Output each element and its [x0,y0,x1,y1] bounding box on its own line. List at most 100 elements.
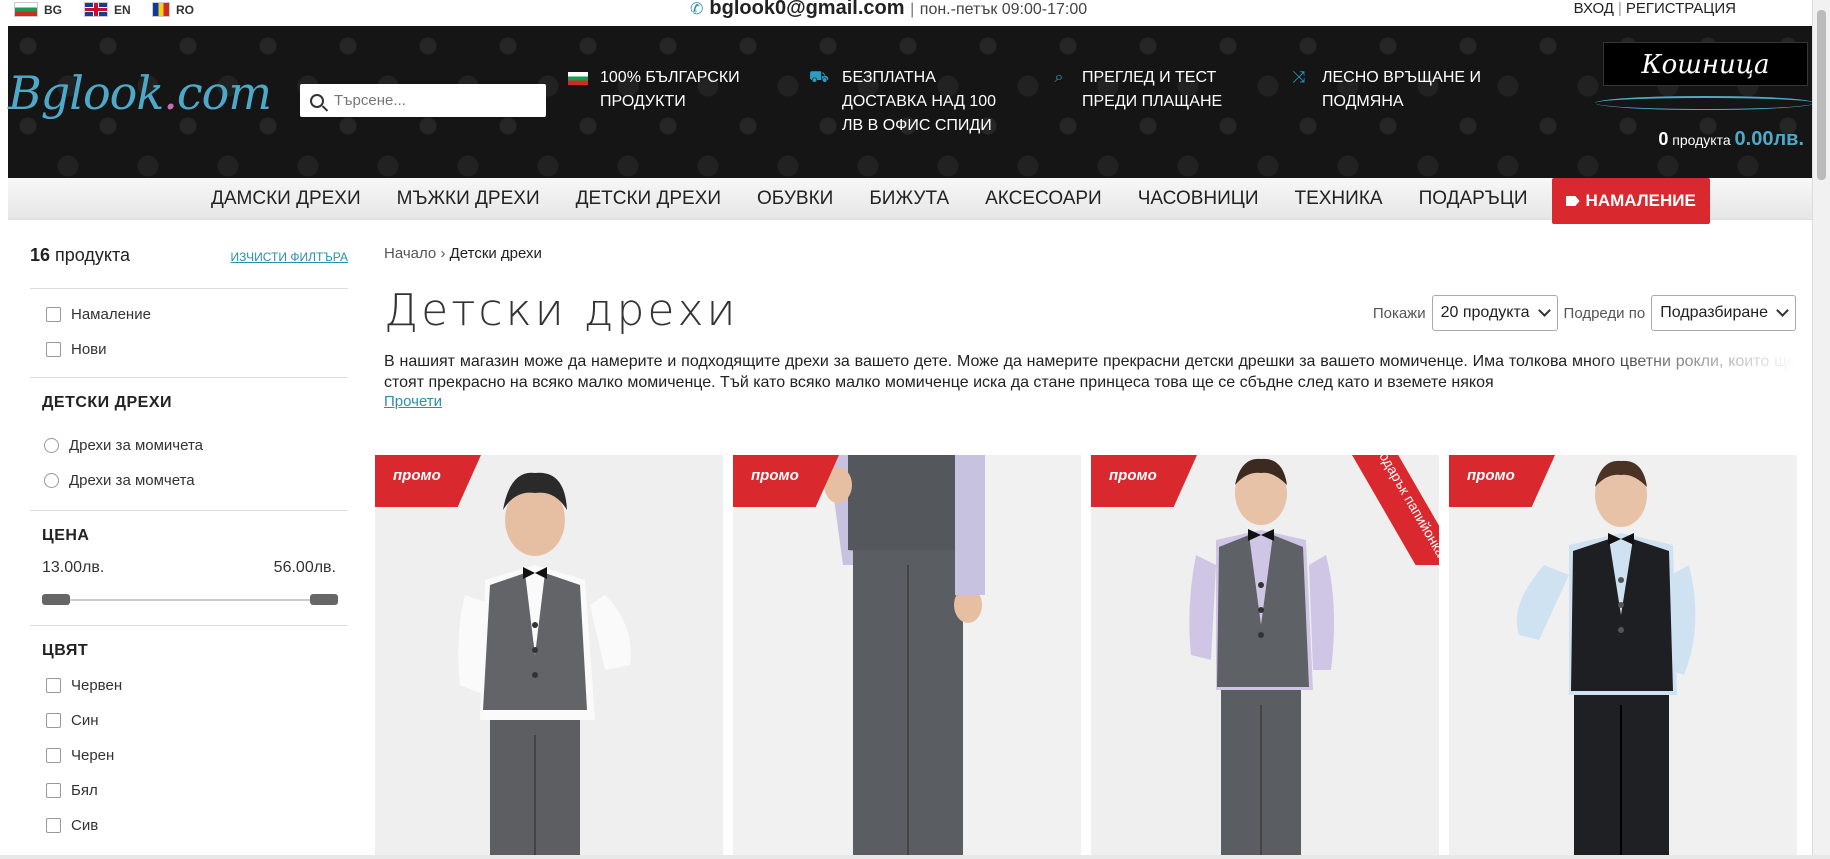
nav-item-shoes[interactable]: ОБУВКИ [739,178,851,220]
chevron-down-icon [1776,304,1789,317]
page-size-value: 20 продукта [1440,304,1530,321]
basket-total: 0.00лв. [1734,128,1804,150]
main-content: Начало › Детски дрехи Детски дрехи Покаж… [375,245,1797,859]
feature-line: БЕЗПЛАТНА [842,69,936,86]
read-more-link[interactable]: Прочети [384,393,442,410]
filter-discount[interactable]: Намаление [30,297,348,332]
price-slider[interactable] [42,585,338,615]
basket-widget[interactable]: Кошница 0 продукта 0.00лв. [1590,42,1820,162]
lang-bg[interactable]: BG [14,2,62,17]
search-input[interactable] [332,91,532,110]
nav-item-tech[interactable]: ТЕХНИКА [1276,178,1400,220]
register-link[interactable]: РЕГИСТРАЦИЯ [1626,0,1736,17]
product-card[interactable]: промо подарък папийонка [1091,455,1439,859]
lang-en[interactable]: EN [84,2,131,17]
filter-header: 16 продукта ИЗЧИСТИ ФИЛТЪРА [30,245,348,289]
chevron-down-icon [1537,304,1551,317]
checkbox[interactable] [46,783,61,798]
logo-dot: . [163,66,178,120]
product-image[interactable] [733,455,1081,859]
gift-ribbon: подарък папийонка [1329,455,1439,565]
window-bottom-edge [0,855,1830,859]
product-count: 16 продукта [30,245,130,266]
site-header: Bglook.com 100% БЪЛГАРСКИ ПРОДУКТИ ⛟ БЕЗ… [8,26,1820,178]
color-label: Сив [71,817,99,834]
main-nav: ДАМСКИ ДРЕХИ МЪЖКИ ДРЕХИ ДЕТСКИ ДРЕХИ ОБ… [8,178,1820,224]
site-logo[interactable]: Bglook.com [8,66,272,120]
category-boys[interactable]: Дрехи за момчета [30,463,348,498]
feature-line: ПРЕДИ ПЛАЩАНЕ [1082,93,1223,110]
filter-sidebar: 16 продукта ИЗЧИСТИ ФИЛТЪРА Намаление Но… [30,245,348,843]
search-icon[interactable] [310,93,324,108]
phone-icon: ✆ [690,1,704,18]
page-size-select[interactable]: 20 продукта [1431,295,1558,331]
price-max: 56.00лв. [273,559,336,576]
breadcrumb-current: Детски дрехи [449,245,542,262]
product-image[interactable] [1449,455,1797,859]
product-card[interactable]: промо [1449,455,1797,859]
sort-select[interactable]: Подразбиране [1651,295,1796,331]
contact-hours: пон.-петък 09:00-17:00 [919,1,1088,18]
filter-label: Намаление [71,306,151,323]
nav-item-kids[interactable]: ДЕТСКИ ДРЕХИ [558,178,739,220]
page-scrollbar[interactable] [1812,0,1830,859]
filter-label: Нови [71,341,107,358]
color-red[interactable]: Червен [30,668,348,703]
lang-ro[interactable]: RO [152,2,194,17]
filter-price: ЦЕНА 13.00лв. 56.00лв. [30,511,348,626]
product-card[interactable]: промо [733,455,1081,859]
breadcrumb-home[interactable]: Начало [384,245,436,262]
login-link[interactable]: ВХОД [1574,0,1614,17]
contact-separator: | [910,1,915,18]
nav-item-sale[interactable]: НАМАЛЕНИЕ [1551,178,1710,224]
radio[interactable] [44,438,59,453]
slider-track [42,599,338,601]
product-image[interactable] [375,455,723,859]
checkbox[interactable] [46,678,61,693]
contact-email[interactable]: bglook0@gmail.com [709,0,904,19]
feature-line: ЛВ В ОФИС СПИДИ [842,117,992,134]
lang-en-label: EN [114,2,131,17]
feature-line: ПРОДУКТИ [600,93,686,110]
show-label: Покажи [1372,304,1426,322]
auth-separator: | [1617,0,1622,17]
tag-icon [1565,196,1580,206]
product-card[interactable]: промо [375,455,723,859]
nav-item-jewelry[interactable]: БИЖУТА [851,178,967,220]
color-white[interactable]: Бял [30,773,348,808]
checkbox[interactable] [46,748,61,763]
feature-delivery: ⛟ БЕЗПЛАТНА ДОСТАВКА НАД 100 ЛВ В ОФИС С… [808,66,996,138]
clear-filter-link[interactable]: ИЗЧИСТИ ФИЛТЪРА [231,250,348,264]
feature-return: ⤨ ЛЕСНО ВРЪЩАНЕ И ПОДМЯНА [1288,66,1481,114]
nav-item-accessories[interactable]: АКСЕСОАРИ [967,178,1120,220]
scrollbar-thumb[interactable] [1817,10,1826,180]
feature-line: ЛЕСНО ВРЪЩАНЕ И [1322,69,1482,86]
checkbox[interactable] [46,818,61,833]
bulgarian-flag-icon [568,72,588,85]
nav-item-men[interactable]: МЪЖКИ ДРЕХИ [379,178,558,220]
slider-handle-min[interactable] [42,594,70,605]
feature-line: 100% БЪЛГАРСКИ [600,69,740,86]
checkbox[interactable] [46,713,61,728]
filter-new[interactable]: Нови [30,332,348,367]
category-girls[interactable]: Дрехи за момичета [30,428,348,463]
category-label: Дрехи за момчета [69,472,195,489]
checkbox[interactable] [46,342,61,357]
nav-item-women[interactable]: ДАМСКИ ДРЕХИ [193,178,379,220]
lang-bg-label: BG [44,2,62,17]
basket-count-label: продукта [1672,132,1731,148]
nav-item-watches[interactable]: ЧАСОВНИЦИ [1120,178,1277,220]
category-description: В нашият магазин може да намерите и подх… [384,353,1796,391]
nav-item-gifts[interactable]: ПОДАРЪЦИ [1401,178,1546,220]
slider-handle-max[interactable] [310,594,338,605]
color-blue[interactable]: Син [30,703,348,738]
color-label: Червен [71,677,123,694]
radio[interactable] [44,473,59,488]
color-black[interactable]: Черен [30,738,348,773]
breadcrumb: Начало › Детски дрехи [384,245,1796,275]
color-grey[interactable]: Сив [30,808,348,843]
price-min: 13.00лв. [42,559,105,576]
product-count-label: продукта [55,245,131,265]
checkbox[interactable] [46,307,61,322]
filter-category: ДЕТСКИ ДРЕХИ Дрехи за момичета Дрехи за … [30,378,348,511]
